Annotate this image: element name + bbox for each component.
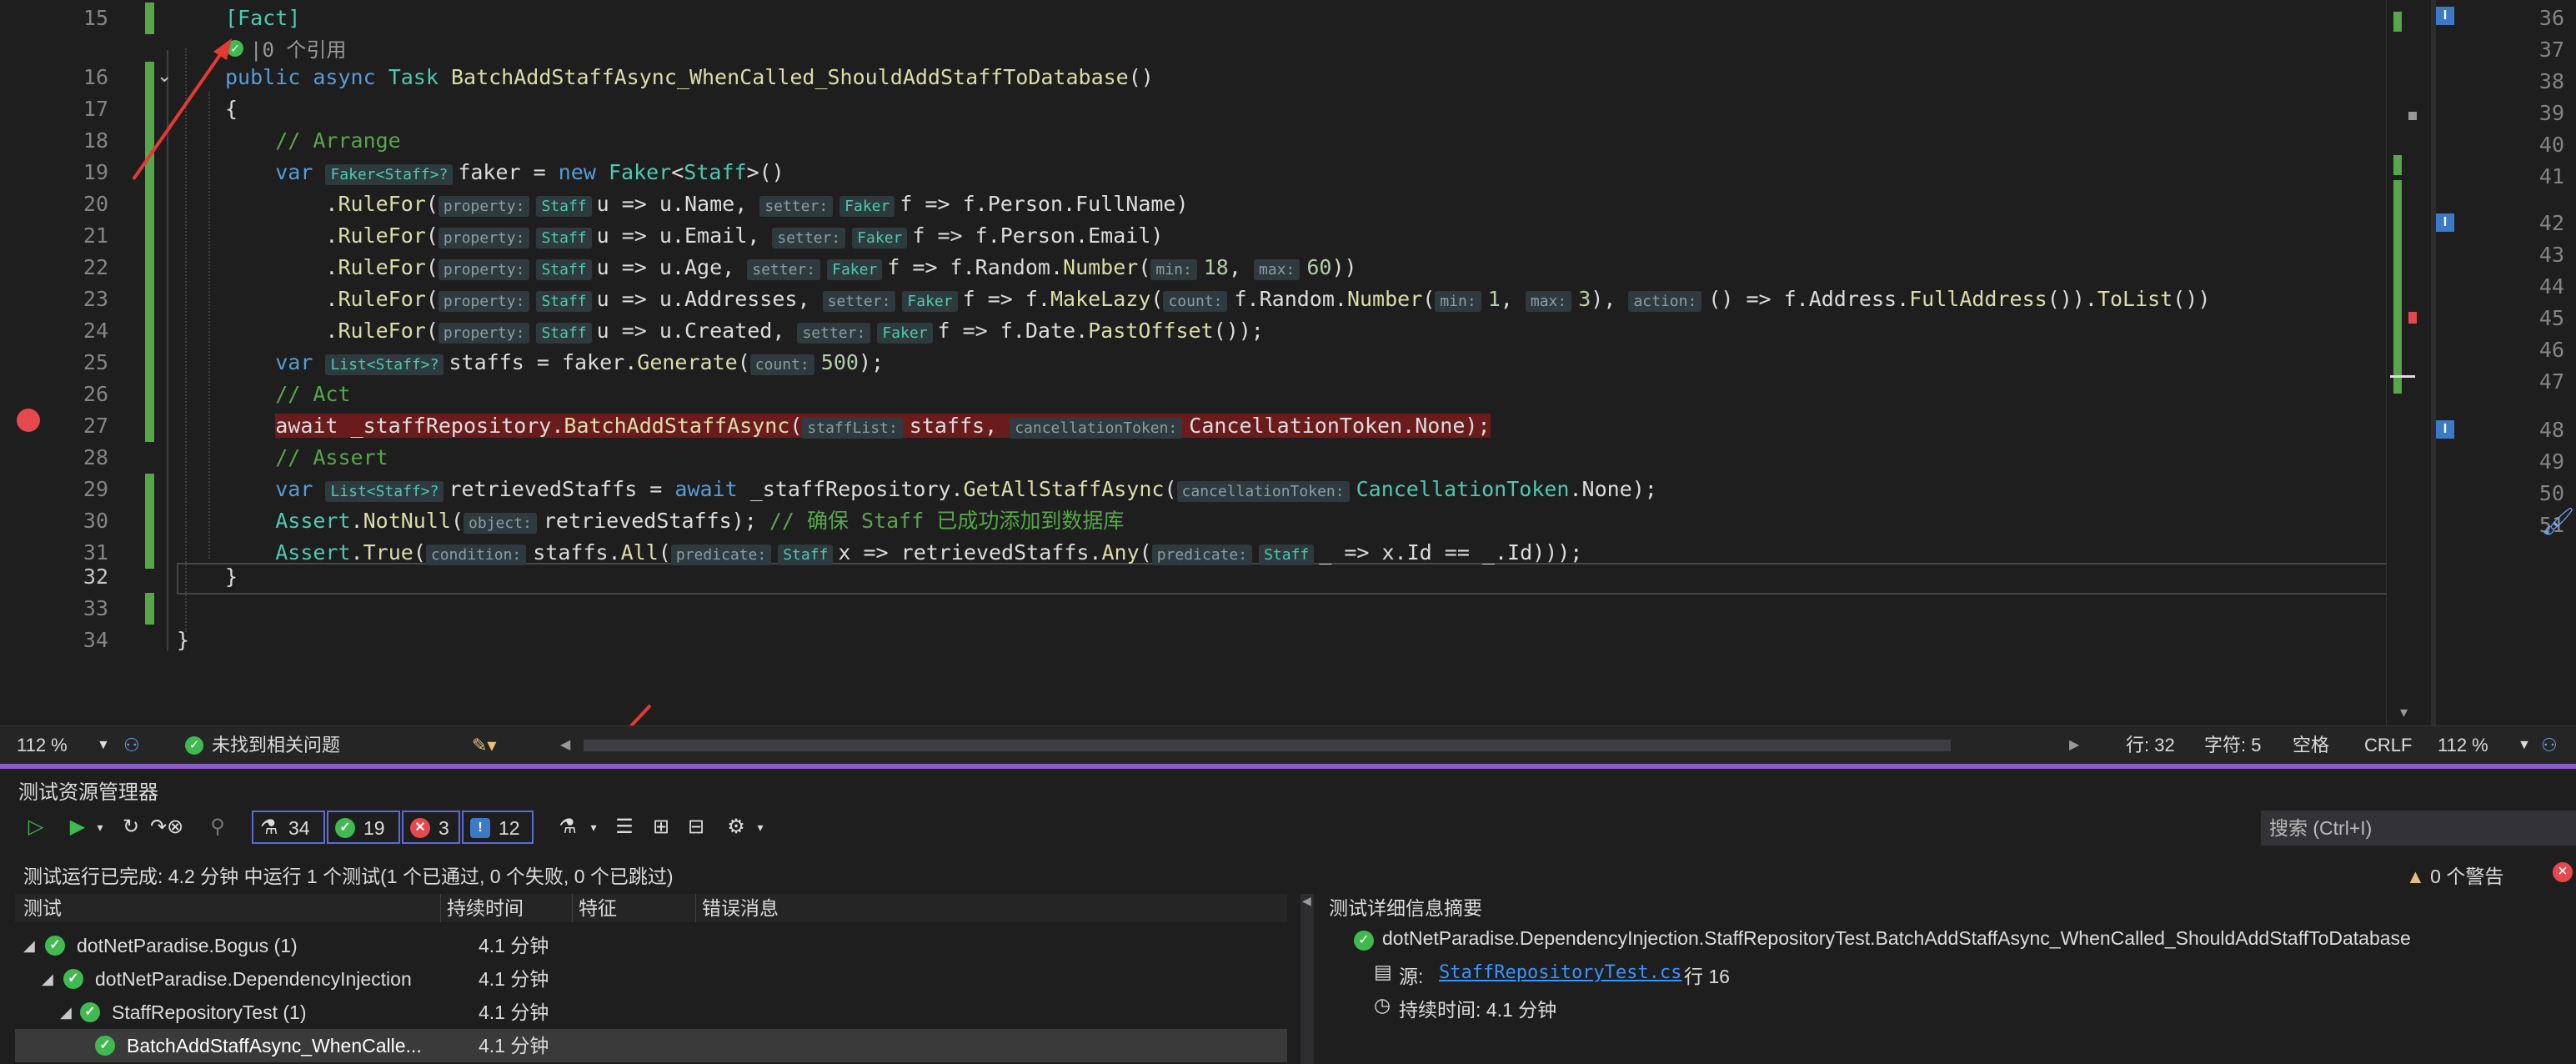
passed-icon: ✓ [335,818,355,838]
passed-count: 19 [363,817,385,839]
run-dropdown-icon[interactable]: ▾ [93,811,107,844]
expand-chevron-icon[interactable]: ◢ [23,929,35,962]
column-test[interactable]: 测试 [23,894,441,922]
passed-icon: ✓ [45,936,65,956]
source-file-link[interactable]: StaffRepositoryTest.cs [1439,962,1681,983]
cursor-char[interactable]: 字符: 5 [2204,726,2261,765]
copilot-icon[interactable]: ⚇ [123,726,140,765]
group-by-icon[interactable]: ☰ [610,811,639,844]
panel-splitter[interactable]: ◀ [1301,894,1314,1064]
right-zoom-level[interactable]: 112 % [2438,726,2488,765]
code-cleanup-icon[interactable]: ✎▾ [472,726,496,765]
panel-title: 测试资源管理器 [18,781,158,804]
test-name: dotNetParadise.DependencyInjection [95,968,412,990]
passed-icon: ✓ [80,1002,100,1022]
test-duration: 4.1 分钟 [479,968,549,990]
scroll-right-icon[interactable]: ▶ [2069,726,2079,765]
details-duration: 持续时间: 4.1 分钟 [1399,999,1557,1021]
zoom-dropdown-icon[interactable]: ▼ [97,726,110,765]
test-grid-header: 测试 持续时间 特征 错误消息 [15,894,1287,922]
cursor-line[interactable]: 行: 32 [2126,726,2175,765]
test-name: dotNetParadise.Bogus (1) [77,935,298,956]
warnings-count: 0 个警告 [2430,866,2504,887]
passed-tests-filter[interactable]: ✓ 19 [327,811,400,844]
rerun-icon[interactable]: ↻ [117,811,145,844]
source-file-icon: ▤ [1374,961,1392,982]
expand-chevron-icon[interactable]: ◢ [60,996,72,1029]
settings-dropdown-icon[interactable]: ▾ [754,811,767,844]
test-tree-row[interactable]: ◢ ✓ StaffRepositoryTest (1) 4.1 分钟 [15,996,1287,1029]
playlist-icon[interactable]: ⚗ [554,811,582,844]
debug-test-icon[interactable]: ⚲ [203,811,232,844]
details-heading: 测试详细信息摘要 [1329,897,1482,919]
test-duration: 4.1 分钟 [479,1001,549,1023]
expand-all-icon[interactable]: ⊞ [647,811,675,844]
horizontal-scrollbar[interactable] [584,740,1951,751]
errors-icon[interactable]: ✕ [2553,862,2573,882]
right-copilot-icon[interactable]: ⚇ [2541,726,2558,765]
test-tree-row[interactable]: ◢ ✓ dotNetParadise.Bogus (1) 4.1 分钟 [15,929,1287,962]
test-duration: 4.1 分钟 [479,1035,549,1056]
playlist-dropdown-icon[interactable]: ▾ [587,811,600,844]
indent-mode[interactable]: 空格 [2293,726,2329,765]
test-search-input[interactable]: 搜索 (Ctrl+I) [2261,811,2576,846]
source-line: 行 16 [1684,966,1730,987]
issues-ok-icon: ✓ [185,736,203,755]
issues-status[interactable]: 未找到相关问题 [212,726,340,765]
zoom-level[interactable]: 112 % [17,726,68,765]
test-tree-row-selected[interactable]: ✓ BatchAddStaffAsync_WhenCalle... 4.1 分钟 [15,1029,1287,1062]
warning-icon: ▲ [2406,866,2425,887]
test-details-pane: 测试详细信息摘要 ✓ dotNetParadise.DependencyInje… [1326,894,2576,1064]
editor-status-bar: 112 % ▼ ⚇ ✓ 未找到相关问题 ✎▾ ◀ ▶ 行: 32 字符: 5 空… [0,725,2576,765]
warnings-indicator[interactable]: ▲ 0 个警告 [2406,861,2503,889]
failed-count: 3 [439,817,449,839]
test-explorer-panel: 测试资源管理器 ▷ ▶ ▾ ↻ ↷⊗ ⚲ ⚗ 34 ✓ 19 ✕ 3 ! 12 … [0,769,2576,1064]
column-traits[interactable]: 特征 [579,894,696,922]
total-tests-filter[interactable]: ⚗ 34 [252,811,325,844]
test-full-name: dotNetParadise.DependencyInjection.Staff… [1382,927,2411,949]
test-tree-row[interactable]: ◢ ✓ dotNetParadise.DependencyInjection 4… [15,962,1287,996]
failed-tests-filter[interactable]: ✕ 3 [402,811,460,844]
total-count: 34 [288,817,310,839]
settings-gear-icon[interactable]: ⚙ [722,811,750,844]
run-icon[interactable]: ▶ [63,811,92,844]
run-all-icon[interactable]: ▷ [22,811,50,844]
failed-icon: ✕ [410,818,430,838]
test-duration: 4.1 分钟 [479,935,549,956]
source-label: 源: [1399,966,1424,987]
annotation-arrow-upper [132,48,225,181]
run-summary: 测试运行已完成: 4.2 分钟 中运行 1 个测试(1 个已通过, 0 个失败,… [23,866,674,887]
not-run-tests-filter[interactable]: ! 12 [462,811,534,844]
passed-icon: ✓ [95,1036,115,1056]
expand-chevron-icon[interactable]: ◢ [42,962,53,996]
test-name: BatchAddStaffAsync_WhenCalle... [127,1035,422,1056]
column-error-message[interactable]: 错误消息 [702,894,1202,922]
test-name: StaffRepositoryTest (1) [112,1001,307,1023]
collapse-all-icon[interactable]: ⊟ [682,811,710,844]
not-run-count: 12 [499,817,520,839]
flask-icon: ⚗ [260,816,278,839]
not-run-icon: ! [470,818,490,838]
splitter-arrow-icon[interactable]: ◀ [1302,894,1311,908]
clock-icon: ◷ [1374,994,1391,1016]
column-duration[interactable]: 持续时间 [447,894,573,922]
line-ending[interactable]: CRLF [2364,726,2412,765]
passed-icon: ✓ [63,969,83,989]
cancel-run-icon[interactable]: ↷⊗ [150,811,183,844]
passed-icon: ✓ [1354,931,1374,951]
annotation-arrowhead-upper [213,38,232,60]
scroll-left-icon[interactable]: ◀ [560,726,570,765]
right-zoom-dropdown-icon[interactable]: ▼ [2518,726,2531,765]
